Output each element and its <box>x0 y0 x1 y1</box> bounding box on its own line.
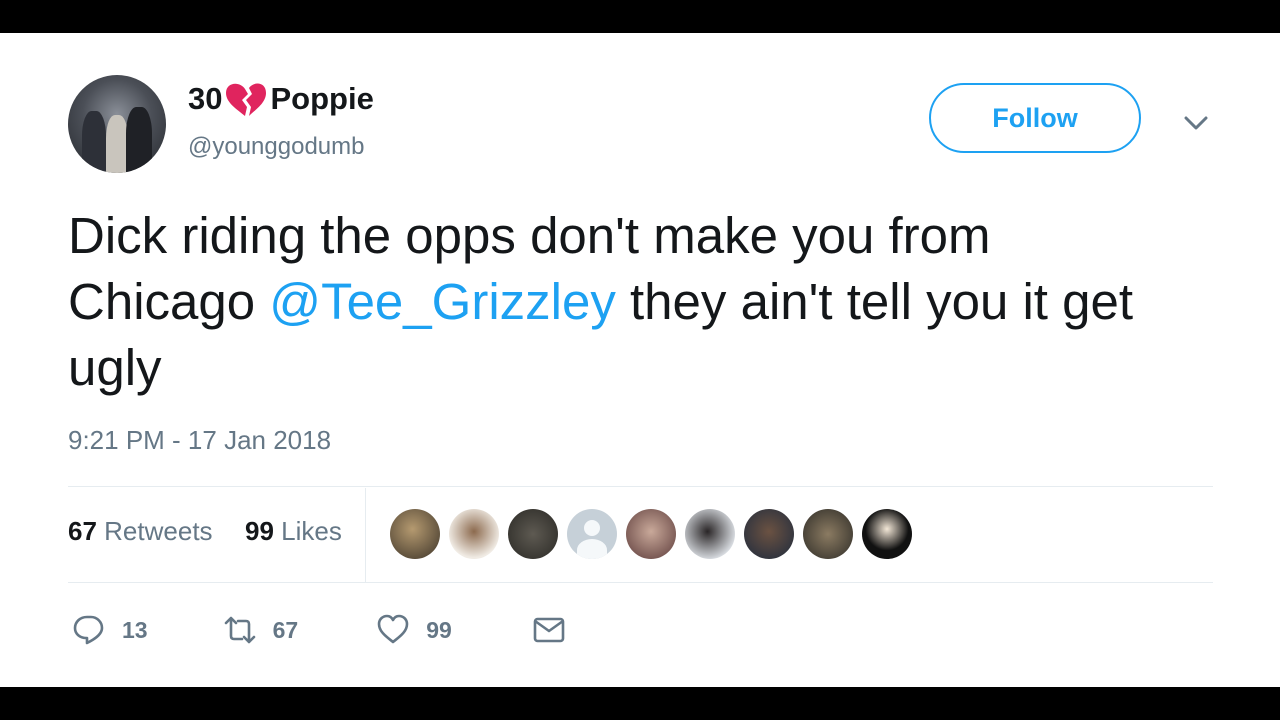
liker-avatar[interactable] <box>685 509 735 559</box>
liker-avatar[interactable] <box>390 509 440 559</box>
retweets-count: 67 <box>68 516 97 546</box>
reply-count: 13 <box>122 616 148 643</box>
liker-avatar[interactable] <box>449 509 499 559</box>
divider-bottom <box>68 582 1213 583</box>
retweets-stat[interactable]: 67 Retweets <box>68 516 213 546</box>
liker-avatar[interactable] <box>803 509 853 559</box>
tweet-text: Dick riding the opps don't make you from… <box>68 203 1188 401</box>
retweet-count: 67 <box>272 616 299 643</box>
retweets-label: Retweets <box>104 516 213 546</box>
like-button[interactable]: 99 <box>376 613 452 647</box>
envelope-icon <box>533 617 565 643</box>
liker-avatar[interactable] <box>744 509 794 559</box>
engagement-stats: 67 Retweets 99 Likes <box>68 516 342 547</box>
likes-stat[interactable]: 99 Likes <box>245 516 342 546</box>
likes-count: 99 <box>245 516 274 546</box>
tweet-timestamp[interactable]: 9:21 PM - 17 Jan 2018 <box>68 425 331 456</box>
liker-avatars <box>390 509 921 559</box>
reply-icon <box>73 615 104 645</box>
stats-separator <box>365 488 366 582</box>
reply-button[interactable]: 13 <box>72 613 148 647</box>
likes-label: Likes <box>281 516 342 546</box>
tweet-card: 30 Poppie @younggodumb Follow Dick ridin… <box>0 33 1280 687</box>
user-handle[interactable]: @younggodumb <box>188 133 364 161</box>
liker-avatar[interactable] <box>626 509 676 559</box>
chevron-down-icon[interactable] <box>1182 111 1210 135</box>
user-avatar[interactable] <box>68 75 166 173</box>
liker-avatar[interactable] <box>508 509 558 559</box>
liker-avatar-default[interactable] <box>567 509 617 559</box>
user-display-name[interactable]: 30 Poppie <box>188 81 374 117</box>
retweet-icon <box>224 616 255 644</box>
mention-link[interactable]: @Tee_Grizzley <box>269 273 616 330</box>
tweet-actions: 13 67 99 <box>72 613 566 647</box>
name-suffix: Poppie <box>270 81 374 116</box>
name-prefix: 30 <box>188 81 223 116</box>
retweet-button[interactable]: 67 <box>223 613 299 647</box>
broken-heart-icon <box>226 83 267 116</box>
divider-top <box>68 486 1213 487</box>
direct-message-button[interactable] <box>532 613 566 647</box>
follow-button[interactable]: Follow <box>929 83 1141 153</box>
liker-avatar[interactable] <box>862 509 912 559</box>
like-count: 99 <box>426 616 452 643</box>
heart-icon <box>377 614 409 644</box>
